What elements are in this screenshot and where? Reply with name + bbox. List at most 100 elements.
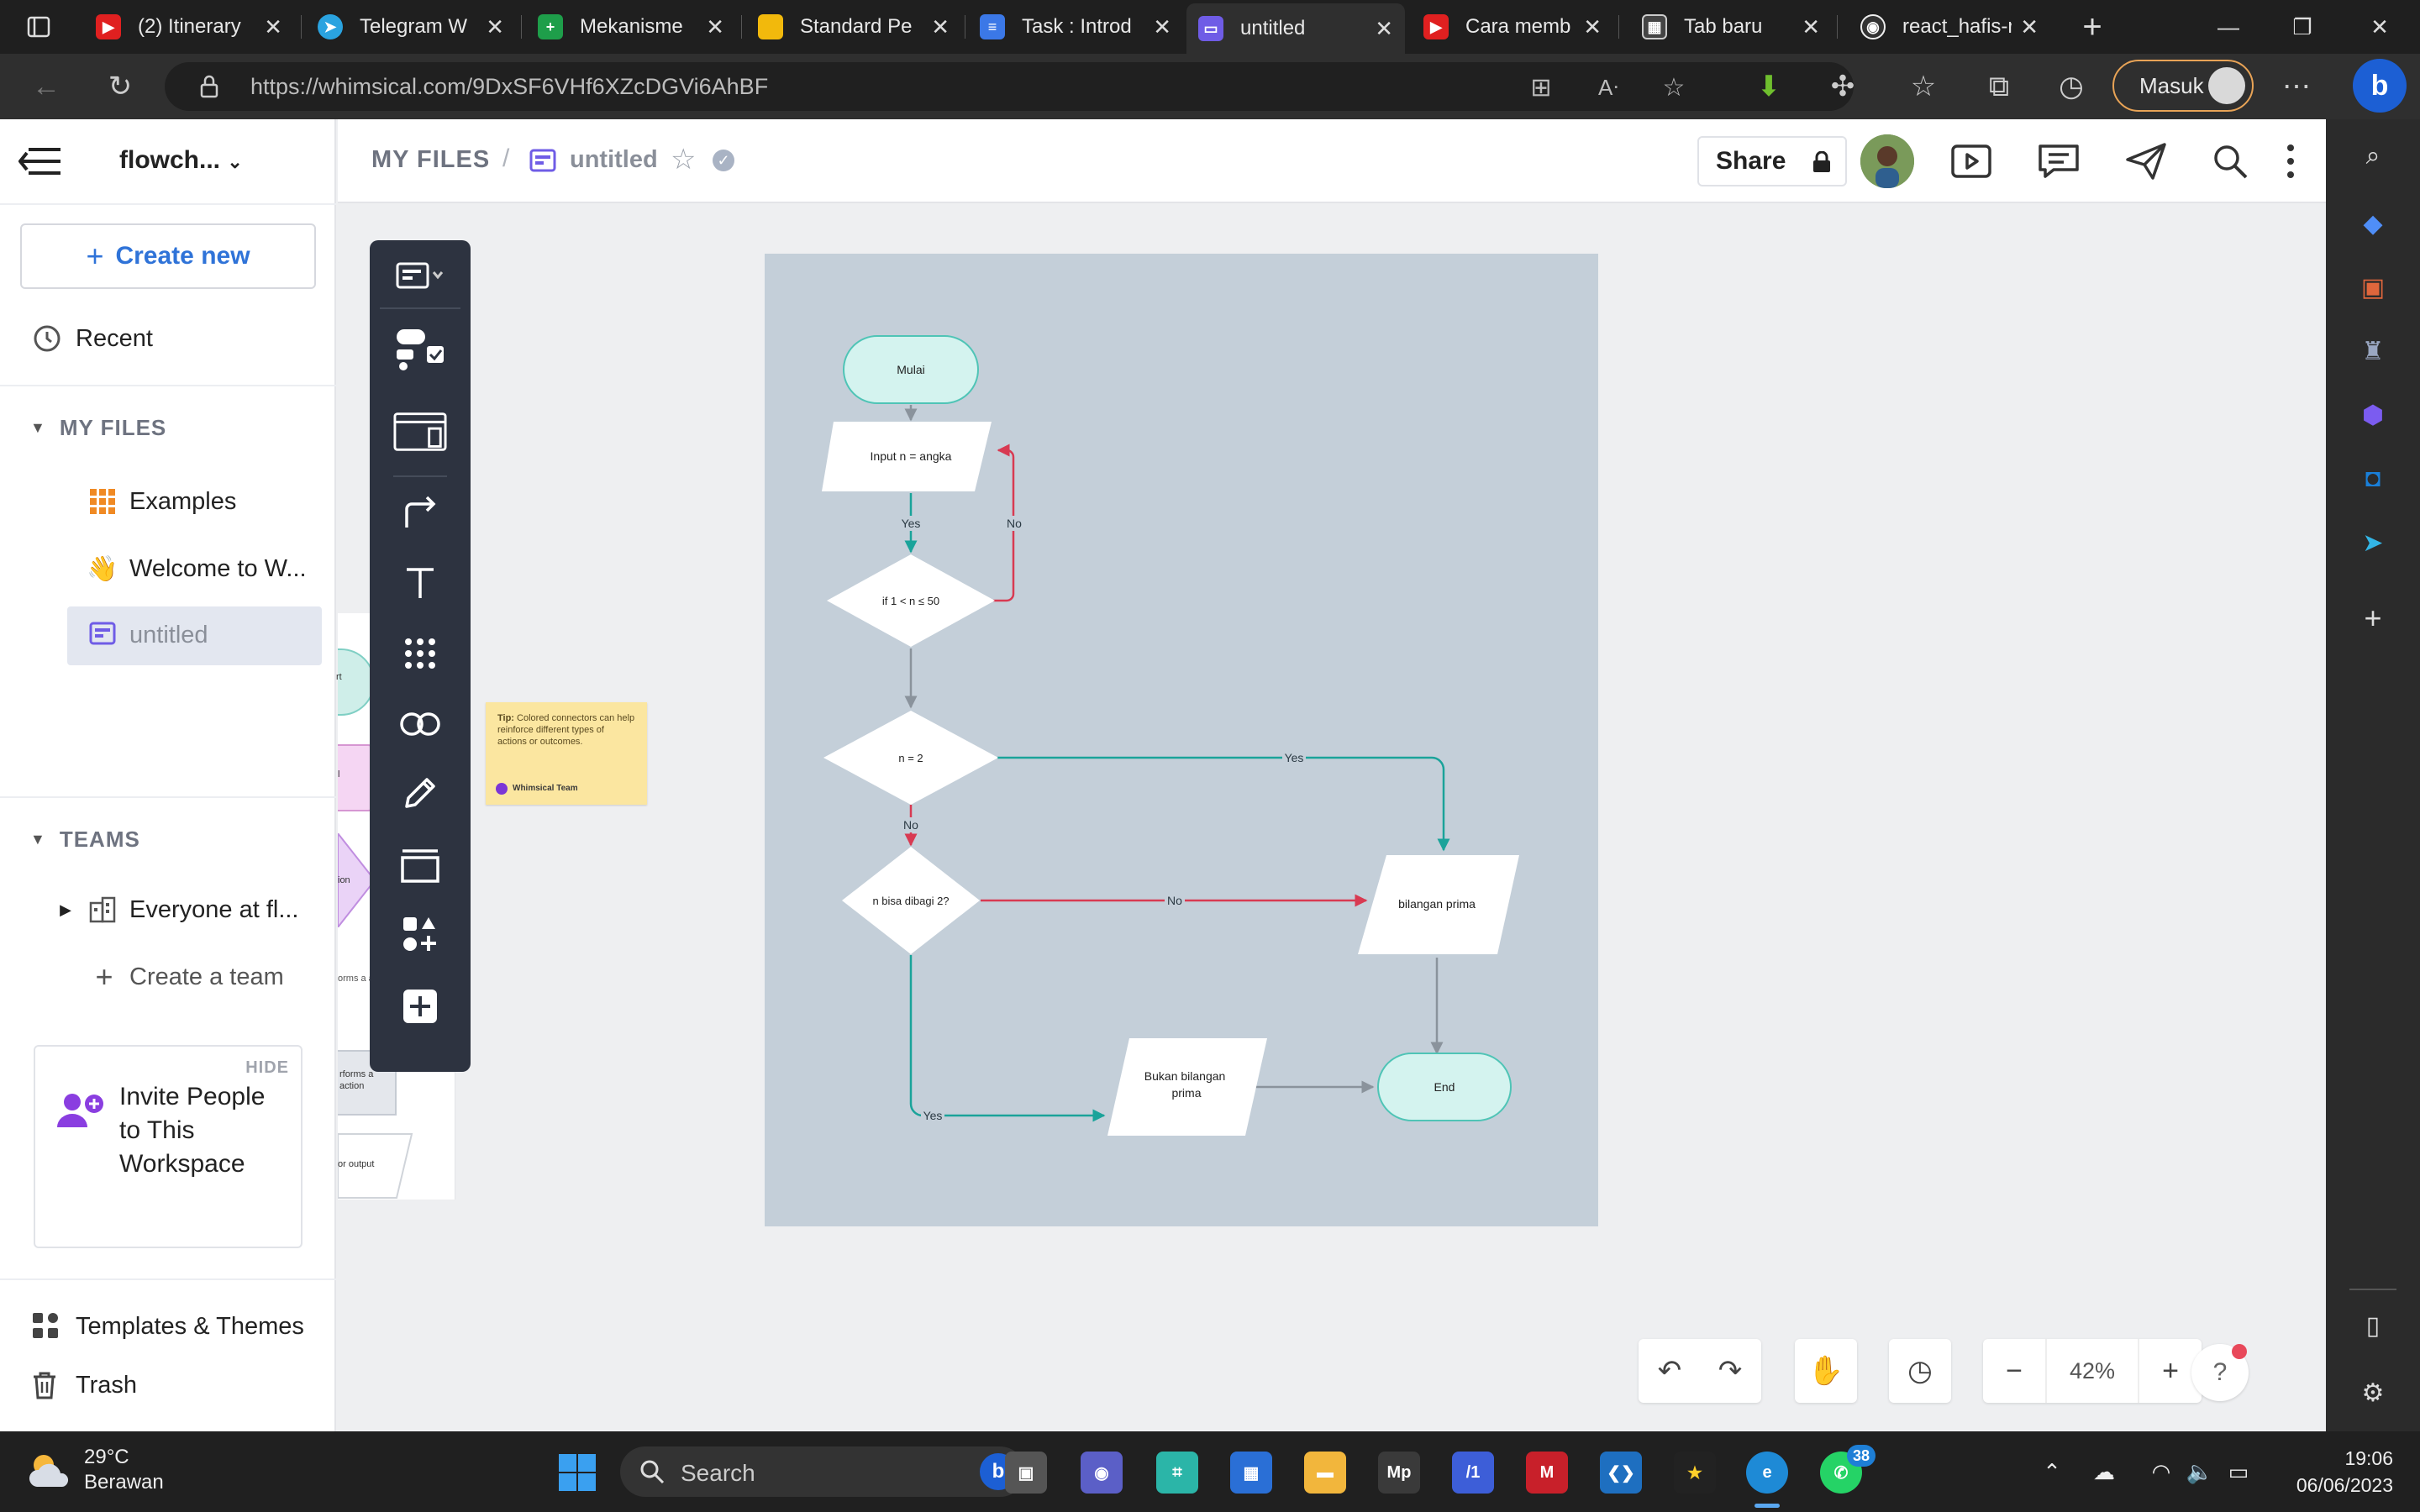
more-menu-icon[interactable]: ⋯ <box>2275 66 2317 108</box>
node-input[interactable]: Input n = angka <box>822 422 992 491</box>
search-icon[interactable] <box>2207 139 2254 183</box>
download-extension-icon[interactable]: ⬇ <box>1748 66 1790 108</box>
zoom-out-icon[interactable]: − <box>1983 1339 2045 1403</box>
icons-grid-icon[interactable] <box>393 630 447 677</box>
favorite-star-icon[interactable]: ☆ <box>1659 72 1689 102</box>
extensions-icon[interactable]: ✣ <box>1822 66 1864 108</box>
sidebar-item-examples[interactable]: Examples <box>0 474 336 529</box>
node-start[interactable]: Mulai <box>843 335 979 404</box>
share-button[interactable]: Share <box>1697 136 1847 186</box>
undo-icon[interactable]: ↶ <box>1639 1339 1701 1403</box>
flowchart-app-icon[interactable]: ⌗ <box>1156 1452 1198 1494</box>
node-cond2[interactable]: n = 2 <box>823 711 998 805</box>
sidebar-item-welcome[interactable]: 👋 Welcome to W... <box>0 541 336 596</box>
version-history-icon[interactable]: ◷ <box>1889 1339 1951 1403</box>
browser-tab-mekanisme[interactable]: + Mekanisme ✕ <box>526 5 736 49</box>
browser-tab-new[interactable]: ▦ Tab baru ✕ <box>1630 5 1832 49</box>
browser-tab-standard[interactable]: Standard Pe ✕ <box>746 5 961 49</box>
collapse-sidebar-icon[interactable] <box>18 146 62 176</box>
browser-tab-cara[interactable]: ▶ Cara memb ✕ <box>1412 5 1613 49</box>
back-icon[interactable]: ← <box>25 66 67 108</box>
insert-plus-icon[interactable] <box>393 983 447 1030</box>
close-tab-icon[interactable]: ✕ <box>1802 14 1820 40</box>
node-end[interactable]: End <box>1377 1053 1512 1121</box>
edge-browser-icon[interactable]: e <box>1746 1452 1788 1494</box>
show-hidden-icons-chevron[interactable]: ⌃ <box>2037 1457 2067 1487</box>
user-avatar[interactable] <box>1860 134 1914 188</box>
battery-icon[interactable]: ▭ <box>2223 1457 2254 1487</box>
zoom-level[interactable]: 42% <box>2045 1339 2139 1403</box>
pencil-icon[interactable] <box>393 769 447 816</box>
create-new-button[interactable]: + Create new <box>20 223 316 289</box>
close-tab-icon[interactable]: ✕ <box>2020 14 2039 40</box>
sidebar-item-untitled[interactable]: untitled <box>67 606 322 665</box>
refresh-icon[interactable]: ↻ <box>99 66 141 108</box>
create-team-button[interactable]: + Create a team <box>0 949 336 1005</box>
breadcrumb-my-files[interactable]: MY FILES <box>371 146 490 174</box>
favorites-icon[interactable]: ☆ <box>1902 66 1944 108</box>
more-vertical-icon[interactable] <box>2275 139 2306 183</box>
board-switcher-button[interactable] <box>393 252 447 299</box>
clock[interactable]: 19:06 06/06/2023 <box>2296 1445 2393 1499</box>
close-tab-icon[interactable]: ✕ <box>706 14 724 40</box>
templates-button[interactable]: Templates & Themes <box>0 1297 336 1356</box>
edge-cond2-yes-to-prime[interactable] <box>997 756 1450 852</box>
text-tool-icon[interactable] <box>393 559 447 606</box>
history-icon[interactable]: ◷ <box>2050 66 2092 108</box>
workspace-switcher[interactable]: flowch... ⌄ <box>119 146 243 175</box>
office-icon[interactable]: ⬢ <box>2354 396 2391 433</box>
flowchart-board[interactable]: Yes No Yes No No Yes Mulai Input n = ang… <box>765 254 1598 1226</box>
onedrive-icon[interactable]: ☁ <box>2089 1457 2119 1487</box>
favorite-star-icon[interactable]: ☆ <box>671 143 696 176</box>
task-view-icon[interactable]: ▣ <box>1005 1452 1047 1494</box>
microsoft-store-icon[interactable]: ▦ <box>1230 1452 1272 1494</box>
shopping-tag-icon[interactable]: ◆ <box>2354 205 2391 242</box>
node-cond1[interactable]: if 1 < n ≤ 50 <box>827 554 995 647</box>
browser-tab-github[interactable]: ◉ react_hafis-r ✕ <box>1849 5 2050 49</box>
profile-button[interactable]: Masuk <box>2112 60 2254 112</box>
redo-icon[interactable]: ↷ <box>1699 1339 1761 1403</box>
trash-button[interactable]: Trash <box>0 1356 336 1415</box>
sidebar-layout-icon[interactable]: ▯ <box>2354 1307 2391 1344</box>
whatsapp-icon[interactable]: ✆ 38 <box>1820 1445 1876 1494</box>
wireframe-window-icon[interactable] <box>393 408 447 455</box>
teams-chat-icon[interactable]: ◉ <box>1081 1452 1123 1494</box>
link-icon[interactable] <box>393 701 447 748</box>
close-tab-icon[interactable]: ✕ <box>486 14 504 40</box>
vscode-icon[interactable]: ❮❯ <box>1600 1452 1642 1494</box>
frame-section-icon[interactable] <box>393 842 447 889</box>
node-cond3[interactable]: n bisa dibagi 2? <box>842 847 980 954</box>
minimize-icon[interactable]: — <box>2203 7 2254 47</box>
search-icon[interactable]: ⌕ <box>2354 138 2391 175</box>
board-canvas[interactable]: rt l ion orms a action rforms a action o… <box>336 205 2326 1431</box>
hide-invite-button[interactable]: HIDE <box>245 1058 289 1078</box>
app-available-icon[interactable]: ⊞ <box>1526 72 1556 102</box>
connector-arrow-icon[interactable] <box>393 489 447 536</box>
add-sidebar-app-icon[interactable]: + <box>2354 600 2391 637</box>
file-explorer-icon[interactable]: ▬ <box>1304 1452 1346 1494</box>
page-title[interactable]: untitled <box>570 146 658 174</box>
close-window-icon[interactable]: ✕ <box>2354 7 2405 47</box>
restore-icon[interactable]: ❐ <box>2277 7 2328 47</box>
edge-cond3-yes-to-notprime[interactable] <box>909 955 1106 1122</box>
bing-copilot-icon[interactable]: b <box>2353 59 2407 113</box>
settings-gear-icon[interactable]: ⚙ <box>2354 1374 2391 1411</box>
close-tab-icon[interactable]: ✕ <box>931 14 950 40</box>
tools-icon[interactable]: ▣ <box>2354 269 2391 306</box>
outlook-icon[interactable]: ◘ <box>2354 460 2391 497</box>
mathpix-icon[interactable]: /1 <box>1452 1452 1494 1494</box>
send-icon[interactable] <box>2123 139 2170 183</box>
help-button[interactable]: ? <box>2191 1344 2249 1401</box>
teams-section[interactable]: ▼ TEAMS <box>30 827 140 853</box>
browser-tab-telegram[interactable]: ➤ Telegram W ✕ <box>306 5 516 49</box>
read-aloud-icon[interactable]: Aᐧ <box>1593 72 1623 102</box>
close-tab-icon[interactable]: ✕ <box>264 14 282 40</box>
url-field[interactable]: https://whimsical.com/9DxSF6VHf6XZcDGVi6… <box>165 62 1854 111</box>
tip-sticky-note[interactable]: Tip: Colored connectors can help reinfor… <box>486 702 647 805</box>
close-tab-icon[interactable]: ✕ <box>1583 14 1602 40</box>
my-files-section[interactable]: ▼ MY FILES <box>30 415 166 441</box>
sidebar-item-team[interactable]: ▶ Everyone at fl... <box>0 882 336 937</box>
starred-app-icon[interactable]: ★ <box>1674 1452 1716 1494</box>
present-icon[interactable] <box>1948 139 1995 183</box>
mcafee-icon[interactable]: M <box>1526 1452 1568 1494</box>
